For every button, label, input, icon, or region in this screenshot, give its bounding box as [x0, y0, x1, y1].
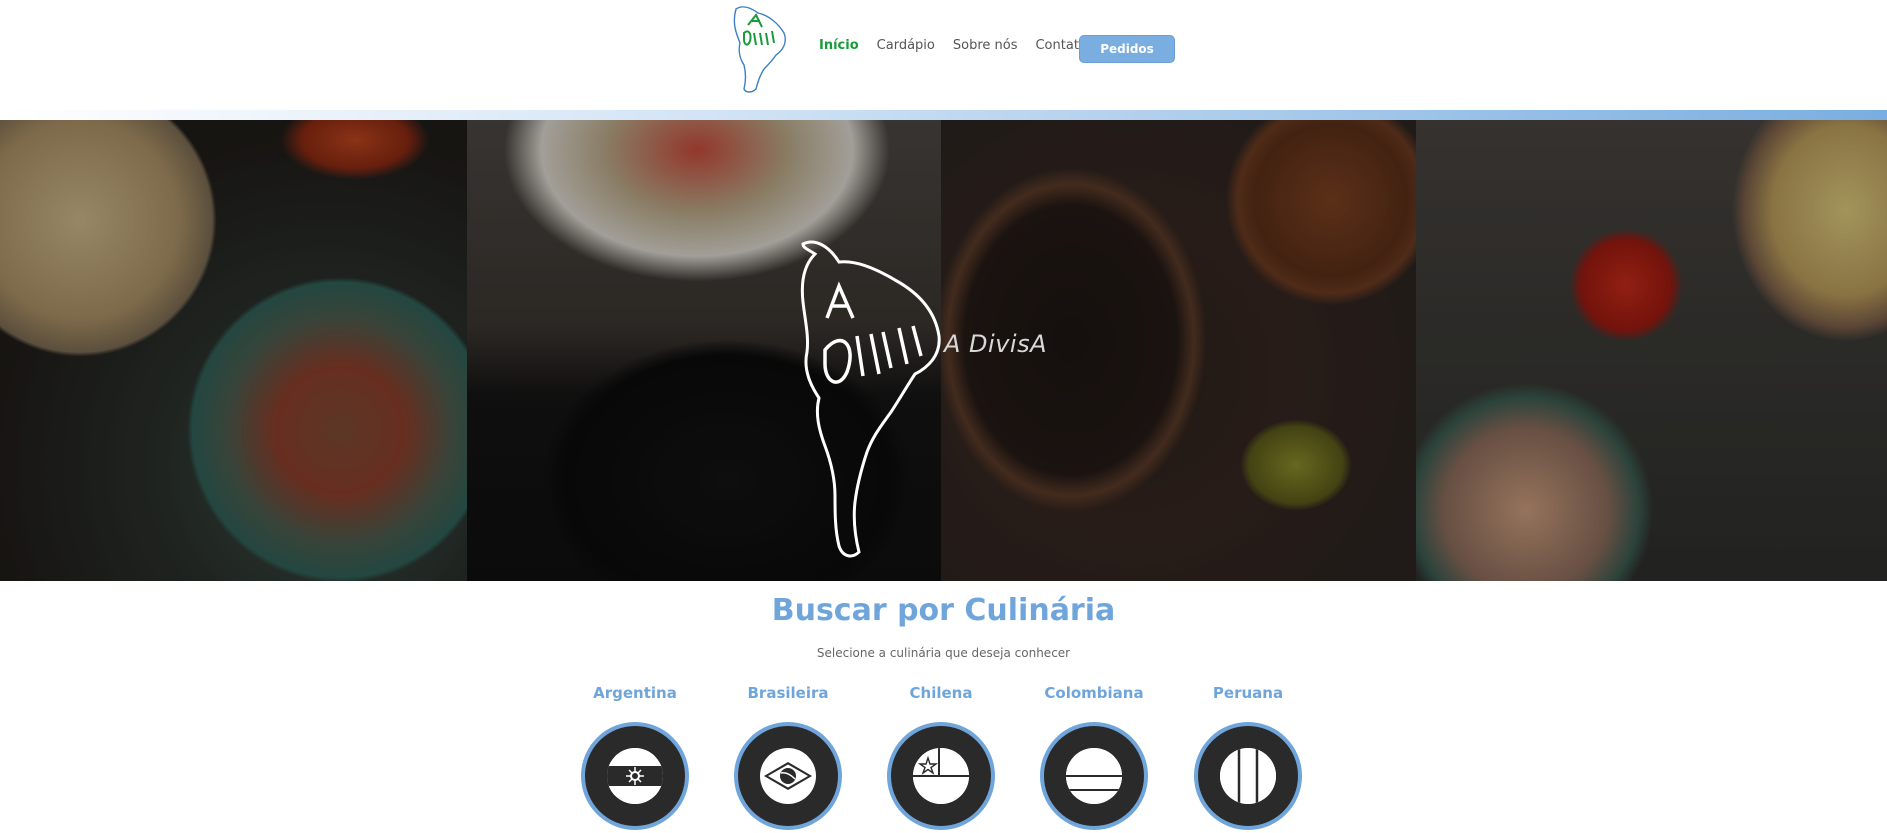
colombia-flag-icon	[1066, 748, 1122, 804]
chile-flag-icon	[913, 748, 969, 804]
cuisine-colombiana-button[interactable]	[1040, 722, 1148, 830]
cuisine-peruana-button[interactable]	[1194, 722, 1302, 830]
peru-flag-icon	[1220, 748, 1276, 804]
header-divider	[0, 110, 1887, 120]
cuisine-brasileira[interactable]: Brasileira	[733, 684, 843, 830]
brazil-flag-icon	[760, 748, 816, 804]
cuisine-peruana[interactable]: Peruana	[1193, 684, 1303, 830]
section-subtitle: Selecione a culinária que deseja conhece…	[816, 646, 1071, 660]
cuisine-chilena-button[interactable]	[887, 722, 995, 830]
site-header: Início Cardápio Sobre nós Contato Pedido…	[0, 0, 1887, 110]
cuisine-label: Peruana	[1212, 684, 1284, 702]
cuisine-label: Argentina	[593, 684, 677, 702]
argentina-flag-icon	[607, 748, 663, 804]
cuisine-label: Colombiana	[1044, 684, 1144, 702]
nav-inicio[interactable]: Início	[819, 38, 859, 54]
cuisine-argentina-button[interactable]	[581, 722, 689, 830]
cuisine-list: Argentina Brasileira Chilena Colombiana …	[580, 684, 1304, 833]
cuisine-chilena[interactable]: Chilena	[886, 684, 996, 830]
cuisine-brasileira-button[interactable]	[734, 722, 842, 830]
cuisine-argentina[interactable]: Argentina	[580, 684, 690, 830]
hero-logo-icon	[800, 240, 941, 558]
cuisine-colombiana[interactable]: Colombiana	[1039, 684, 1149, 830]
main-nav: Início Cardápio Sobre nós Contato	[819, 38, 1105, 54]
nav-cardapio[interactable]: Cardápio	[877, 38, 935, 54]
cuisine-label: Brasileira	[747, 684, 829, 702]
hero-brand-text: A DivisA	[944, 330, 1047, 358]
nav-sobre-nos[interactable]: Sobre nós	[953, 38, 1018, 54]
cuisine-label: Chilena	[909, 684, 973, 702]
hero-banner: A DivisA	[0, 120, 1887, 581]
logo-icon[interactable]	[728, 3, 790, 95]
section-title: Buscar por Culinária	[771, 593, 1116, 628]
pedidos-button[interactable]: Pedidos	[1079, 35, 1175, 63]
